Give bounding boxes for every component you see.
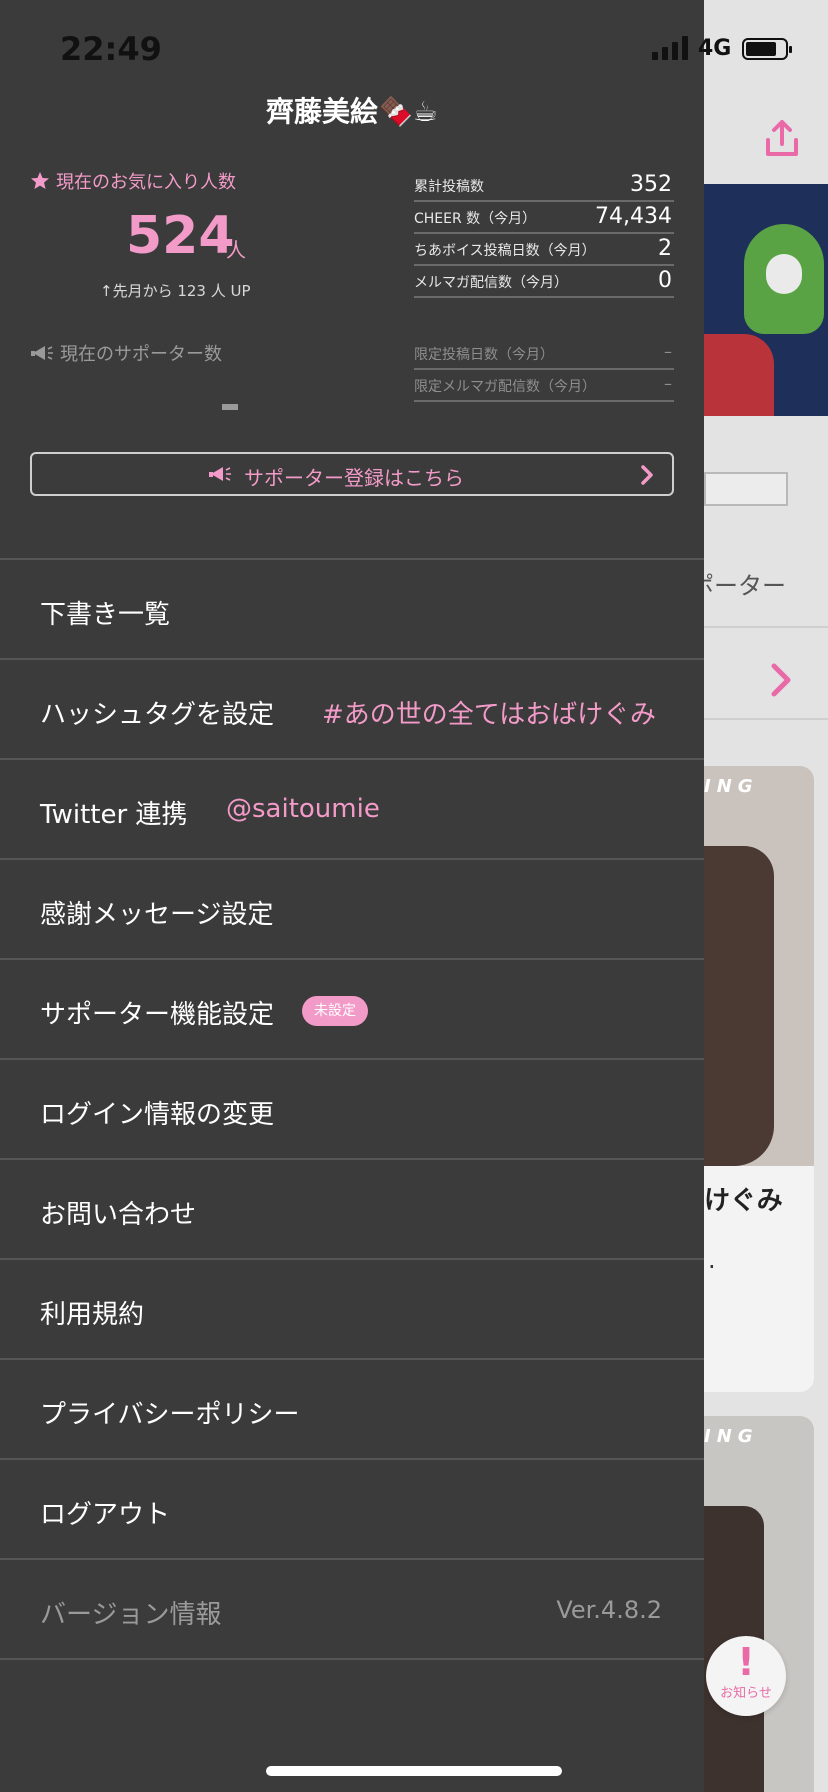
menu-item-logout[interactable]: ログアウト: [0, 1460, 704, 1560]
menu-item-twitter[interactable]: Twitter 連携 @saitoumie: [0, 760, 704, 860]
home-indicator[interactable]: [266, 1766, 562, 1776]
side-drawer: 齊藤美絵🍫☕ 現在のお気に入り人数 524 人 ↑先月から 123 人 UP 現…: [0, 0, 704, 1792]
menu-item-terms[interactable]: 利用規約: [0, 1260, 704, 1360]
menu-item-thanks-message[interactable]: 感謝メッセージ設定: [0, 860, 704, 960]
battery-icon: [742, 38, 792, 60]
stat-row: ちあボイス投稿日数（今月） 2: [414, 234, 674, 266]
stats-table: 累計投稿数 352 CHEER 数（今月） 74,434 ちあボイス投稿日数（今月）…: [414, 170, 674, 298]
chevron-right-icon[interactable]: [766, 660, 796, 700]
background-input[interactable]: [704, 472, 788, 506]
favorites-delta: ↑先月から 123 人 UP: [100, 282, 251, 300]
favorites-count: 524: [126, 206, 235, 266]
stat-row: CHEER 数（今月） 74,434: [414, 202, 674, 234]
menu-item-supporter-settings[interactable]: サポーター機能設定 未設定: [0, 960, 704, 1060]
notice-button[interactable]: ! お知らせ: [706, 1636, 786, 1716]
status-time: 22:49: [60, 30, 162, 68]
menu-item-hashtag[interactable]: ハッシュタグを設定 #あの世の全てはおばけぐみ: [0, 660, 704, 760]
stat-row: メルマガ配信数（今月） 0: [414, 266, 674, 298]
supporters-value-empty: [222, 404, 238, 410]
limited-stats-table: 限定投稿日数（今月） – 限定メルマガ配信数（今月） –: [414, 338, 674, 402]
share-icon[interactable]: [762, 118, 802, 158]
background-supporter-text: ポーター: [690, 572, 786, 600]
twitter-handle: @saitoumie: [226, 794, 380, 824]
signal-icon: [652, 36, 688, 60]
version-value: Ver.4.8.2: [556, 1596, 662, 1624]
stat-row: 限定メルマガ配信数（今月） –: [414, 370, 674, 402]
favorites-unit: 人: [226, 238, 246, 262]
stat-row: 累計投稿数 352: [414, 170, 674, 202]
post-card[interactable]: ING: [704, 1416, 814, 1792]
hashtag-value: #あの世の全てはおばけぐみ: [322, 700, 657, 730]
network-type: 4G: [698, 36, 732, 61]
star-icon: [31, 172, 49, 189]
menu-item-contact[interactable]: お問い合わせ: [0, 1160, 704, 1260]
post-card[interactable]: ING けぐみ .: [704, 766, 814, 1392]
stat-row: 限定投稿日数（今月） –: [414, 338, 674, 370]
chevron-right-icon: [641, 465, 653, 485]
banner-image[interactable]: [704, 184, 828, 416]
supporters-label: 現在のサポーター数: [30, 340, 222, 366]
unset-badge: 未設定: [302, 996, 368, 1026]
favorites-label: 現在のお気に入り人数: [30, 168, 236, 194]
drawer-menu: 下書き一覧 ハッシュタグを設定 #あの世の全てはおばけぐみ Twitter 連携 @…: [0, 558, 704, 1660]
status-bar: 22:49 4G: [0, 0, 828, 100]
menu-item-drafts[interactable]: 下書き一覧: [0, 560, 704, 660]
megaphone-icon: [209, 467, 231, 481]
menu-item-login-info[interactable]: ログイン情報の変更: [0, 1060, 704, 1160]
menu-item-privacy[interactable]: プライバシーポリシー: [0, 1360, 704, 1460]
megaphone-icon: [31, 346, 53, 360]
exclamation-icon: !: [737, 1640, 755, 1684]
supporter-register-button[interactable]: サポーター登録はこちら: [30, 452, 674, 496]
menu-item-version: バージョン情報 Ver.4.8.2: [0, 1560, 704, 1660]
